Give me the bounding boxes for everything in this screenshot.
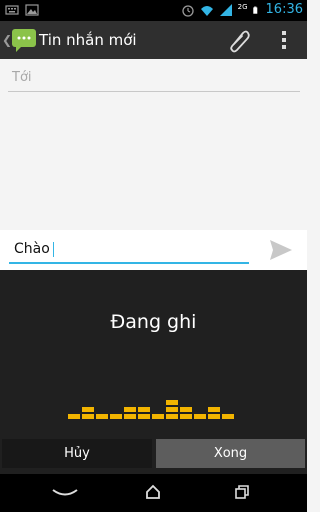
network-type-label: 2G	[237, 2, 248, 11]
send-icon[interactable]	[268, 238, 294, 262]
home-icon[interactable]	[145, 484, 161, 500]
done-button[interactable]: Xong	[156, 439, 305, 468]
navigation-bar	[0, 474, 307, 512]
message-text: Chào	[14, 241, 50, 257]
back-icon[interactable]	[51, 487, 79, 499]
keyboard-icon	[5, 5, 19, 15]
alarm-icon	[181, 4, 194, 17]
overflow-menu-icon[interactable]	[281, 29, 287, 51]
battery-icon	[252, 6, 257, 14]
audio-level-meter	[68, 400, 234, 419]
recipient-input[interactable]: Tới	[8, 67, 300, 92]
status-bar: 2G 16:36	[0, 0, 307, 21]
clock: 16:36	[265, 2, 303, 17]
page-title: Tin nhắn mới	[39, 31, 137, 49]
message-input[interactable]: Chào	[9, 236, 249, 264]
cancel-button[interactable]: Hủy	[2, 439, 152, 468]
compose-bar: Chào	[0, 230, 307, 270]
action-bar: ❮ Tin nhắn mới	[0, 21, 307, 59]
messaging-app-icon[interactable]	[11, 27, 37, 53]
voice-input-panel: Đang ghi Hủy Xong	[0, 270, 307, 474]
image-icon	[25, 4, 39, 16]
recent-apps-icon[interactable]	[234, 484, 250, 500]
text-cursor	[53, 242, 54, 257]
recording-status: Đang ghi	[110, 311, 197, 333]
paperclip-icon[interactable]	[228, 27, 252, 53]
signal-icon	[219, 3, 232, 16]
recipient-placeholder: Tới	[12, 70, 32, 85]
wifi-icon	[200, 5, 213, 16]
